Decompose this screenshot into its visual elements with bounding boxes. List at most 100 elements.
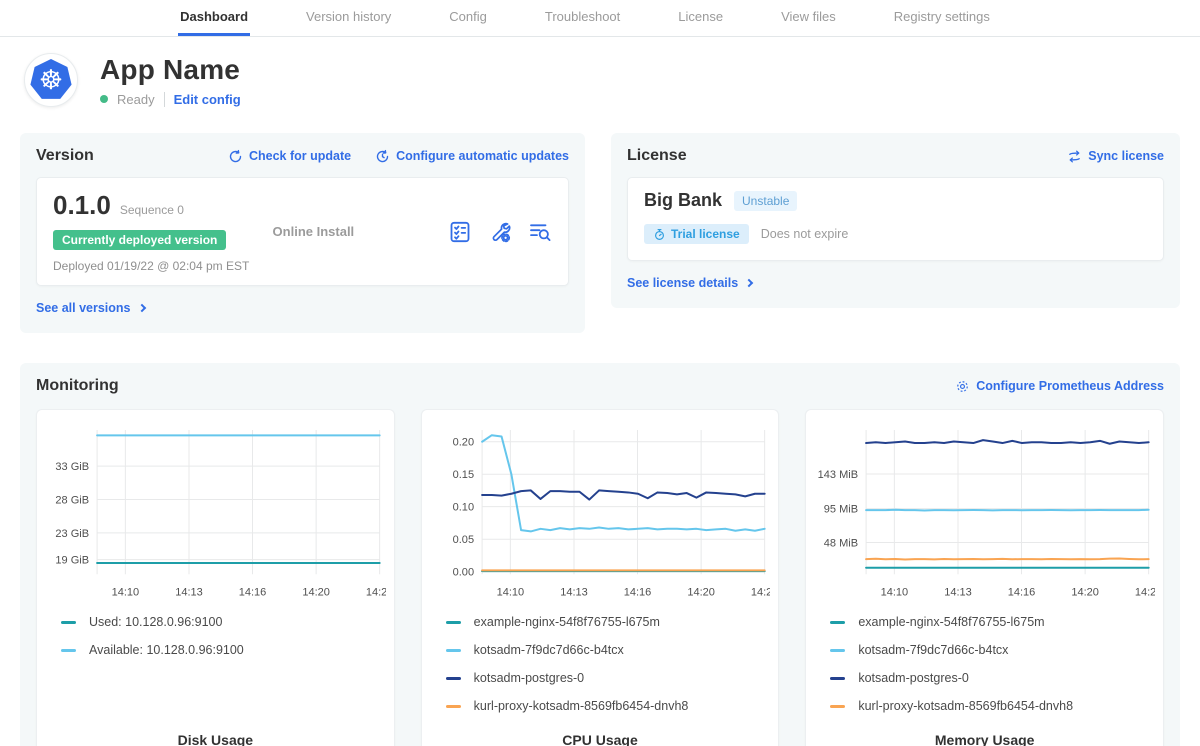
tab-dashboard[interactable]: Dashboard — [178, 0, 250, 36]
legend-label: example-nginx-54f8f76755-l675m — [858, 615, 1044, 629]
license-card-title: License — [627, 147, 687, 165]
legend-item: example-nginx-54f8f76755-l675m — [830, 608, 1155, 636]
svg-text:14:10: 14:10 — [112, 586, 140, 598]
legend-item: example-nginx-54f8f76755-l675m — [446, 608, 771, 636]
legend-item: kurl-proxy-kotsadm-8569fb6454-dnvh8 — [446, 692, 771, 720]
divider — [164, 92, 165, 107]
cpu-usage-chart-card: 0.200.150.100.050.0014:1014:1314:1614:20… — [421, 409, 780, 746]
sync-license-button[interactable]: Sync license — [1067, 149, 1164, 164]
legend-label: kotsadm-7f9dc7d66c-b4tcx — [474, 643, 624, 657]
chevron-right-icon — [137, 304, 145, 312]
sequence-label: Sequence 0 — [120, 203, 184, 217]
configure-automatic-updates-button[interactable]: Configure automatic updates — [375, 149, 569, 164]
legend-label: kotsadm-7f9dc7d66c-b4tcx — [858, 643, 1008, 657]
trial-license-badge: Trial license — [644, 224, 749, 244]
preflight-checks-icon[interactable] — [448, 220, 472, 244]
kubernetes-icon: ☸ — [30, 59, 72, 101]
svg-text:14:16: 14:16 — [239, 586, 267, 598]
cpu-usage-chart: 0.200.150.100.050.0014:1014:1314:1614:20… — [430, 422, 771, 604]
install-type-label: Online Install — [273, 224, 448, 239]
legend-label: Used: 10.128.0.96:9100 — [89, 615, 222, 629]
tab-config[interactable]: Config — [447, 0, 489, 36]
tab-view-files[interactable]: View files — [779, 0, 838, 36]
status-text: Ready — [117, 92, 155, 107]
legend-item: kotsadm-7f9dc7d66c-b4tcx — [446, 636, 771, 664]
svg-text:14:13: 14:13 — [175, 586, 203, 598]
schedule-update-icon — [375, 149, 390, 164]
svg-text:14:10: 14:10 — [881, 586, 909, 598]
legend-swatch-icon — [830, 649, 845, 652]
view-logs-icon[interactable] — [528, 220, 552, 244]
legend-item: kotsadm-7f9dc7d66c-b4tcx — [830, 636, 1155, 664]
svg-text:14:23: 14:23 — [1135, 586, 1155, 598]
legend-item: Used: 10.128.0.96:9100 — [61, 608, 386, 636]
tab-registry-settings[interactable]: Registry settings — [892, 0, 992, 36]
chart-title: CPU Usage — [430, 720, 771, 746]
legend-item: kotsadm-postgres-0 — [830, 664, 1155, 692]
legend-swatch-icon — [830, 621, 845, 624]
legend-swatch-icon — [446, 705, 461, 708]
stopwatch-icon — [653, 228, 666, 241]
svg-text:14:13: 14:13 — [945, 586, 973, 598]
config-wrench-icon[interactable] — [488, 220, 512, 244]
svg-text:14:23: 14:23 — [751, 586, 771, 598]
expiry-text: Does not expire — [761, 227, 849, 241]
legend-item: kotsadm-postgres-0 — [446, 664, 771, 692]
version-card-title: Version — [36, 147, 94, 165]
chevron-right-icon — [745, 279, 753, 287]
legend-item: kurl-proxy-kotsadm-8569fb6454-dnvh8 — [830, 692, 1155, 720]
page-title: App Name — [100, 54, 241, 86]
svg-text:14:23: 14:23 — [366, 586, 386, 598]
tab-license[interactable]: License — [676, 0, 725, 36]
chart-title: Memory Usage — [814, 720, 1155, 746]
customer-name: Big Bank — [644, 190, 722, 211]
legend-item: Available: 10.128.0.96:9100 — [61, 636, 386, 664]
see-all-versions-link[interactable]: See all versions — [36, 301, 145, 315]
status-dot-icon — [100, 95, 108, 103]
svg-text:143 MiB: 143 MiB — [818, 469, 858, 481]
tab-troubleshoot[interactable]: Troubleshoot — [543, 0, 622, 36]
edit-config-link[interactable]: Edit config — [174, 92, 241, 107]
legend-swatch-icon — [830, 705, 845, 708]
refresh-icon — [228, 149, 243, 164]
svg-text:95 MiB: 95 MiB — [824, 504, 858, 516]
svg-text:28 GiB: 28 GiB — [55, 494, 89, 506]
legend-swatch-icon — [446, 677, 461, 680]
svg-text:19 GiB: 19 GiB — [55, 555, 89, 567]
current-version-row: 0.1.0 Sequence 0 Currently deployed vers… — [36, 177, 569, 286]
svg-text:0.00: 0.00 — [452, 567, 473, 579]
legend-label: kurl-proxy-kotsadm-8569fb6454-dnvh8 — [474, 699, 689, 713]
version-card: Version Check for update Configure autom… — [20, 133, 585, 333]
deployed-badge: Currently deployed version — [53, 230, 226, 250]
legend-swatch-icon — [446, 621, 461, 624]
license-card: License Sync license Big Bank Unstable T… — [611, 133, 1180, 308]
configure-prometheus-button[interactable]: Configure Prometheus Address — [955, 379, 1164, 394]
svg-text:0.20: 0.20 — [452, 437, 473, 449]
see-license-details-link[interactable]: See license details — [627, 276, 752, 290]
legend-swatch-icon — [61, 649, 76, 652]
chart-title: Disk Usage — [45, 720, 386, 746]
check-for-update-button[interactable]: Check for update — [228, 149, 351, 164]
disk-usage-legend: Used: 10.128.0.96:9100 Available: 10.128.… — [61, 608, 386, 664]
legend-swatch-icon — [446, 649, 461, 652]
svg-text:14:20: 14:20 — [1072, 586, 1100, 598]
svg-text:14:20: 14:20 — [687, 586, 715, 598]
legend-label: Available: 10.128.0.96:9100 — [89, 643, 244, 657]
memory-usage-legend: example-nginx-54f8f76755-l675m kotsadm-7f… — [830, 608, 1155, 720]
svg-text:14:16: 14:16 — [623, 586, 651, 598]
legend-label: kotsadm-postgres-0 — [474, 671, 584, 685]
monitoring-title: Monitoring — [36, 377, 119, 395]
version-number: 0.1.0 — [53, 190, 111, 221]
app-header: ☸ App Name Ready Edit config — [24, 53, 1176, 107]
svg-text:14:10: 14:10 — [496, 586, 524, 598]
legend-label: kurl-proxy-kotsadm-8569fb6454-dnvh8 — [858, 699, 1073, 713]
memory-usage-chart-card: 143 MiB95 MiB48 MiB14:1014:1314:1614:201… — [805, 409, 1164, 746]
disk-usage-chart: 33 GiB28 GiB23 GiB19 GiB14:1014:1314:161… — [45, 422, 386, 604]
legend-label: example-nginx-54f8f76755-l675m — [474, 615, 660, 629]
legend-swatch-icon — [830, 677, 845, 680]
disk-usage-chart-card: 33 GiB28 GiB23 GiB19 GiB14:1014:1314:161… — [36, 409, 395, 746]
app-logo: ☸ — [24, 53, 78, 107]
svg-text:0.05: 0.05 — [452, 534, 473, 546]
svg-text:0.15: 0.15 — [452, 469, 473, 481]
tab-version-history[interactable]: Version history — [304, 0, 393, 36]
